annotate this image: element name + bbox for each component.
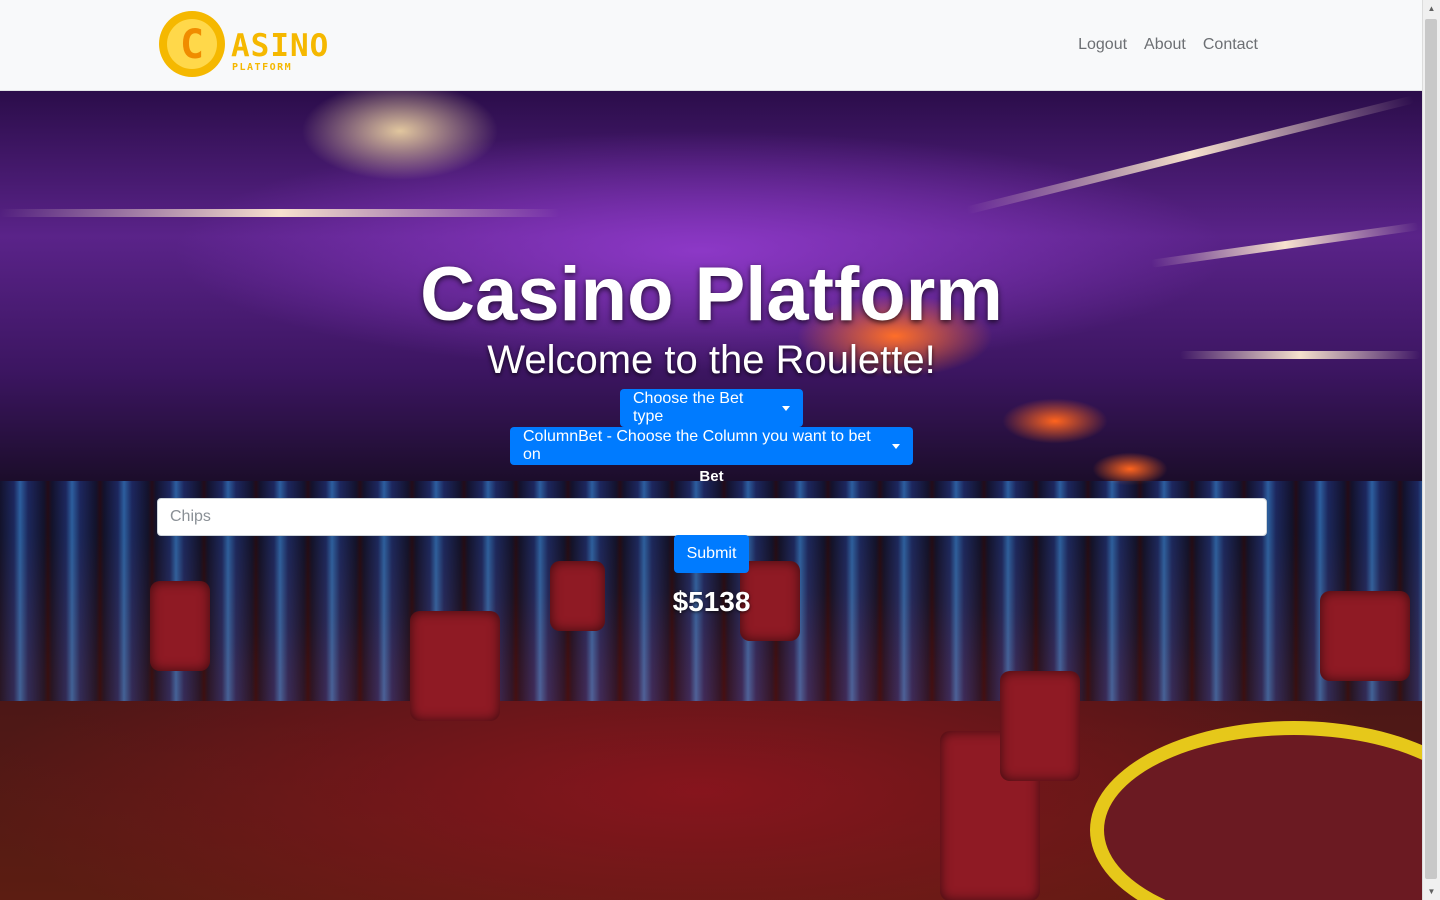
page-title: Casino Platform bbox=[420, 252, 1003, 337]
scroll-up-arrow-icon[interactable]: ▲ bbox=[1423, 0, 1440, 17]
column-bet-dropdown-label: ColumnBet - Choose the Column you want t… bbox=[523, 428, 871, 463]
ceiling-light-strip bbox=[965, 95, 1415, 215]
casino-platform-logo[interactable]: C ASINO PLATFORM bbox=[157, 9, 347, 79]
nav-links: Logout About Contact bbox=[1078, 36, 1258, 54]
bet-type-dropdown[interactable]: Choose the Bet type bbox=[620, 389, 803, 427]
ceiling-light-strip bbox=[0, 209, 560, 217]
nav-link-logout[interactable]: Logout bbox=[1078, 36, 1127, 54]
gaming-table bbox=[1090, 721, 1423, 900]
scroll-down-arrow-icon[interactable]: ▼ bbox=[1423, 883, 1440, 900]
bet-type-dropdown-label: Choose the Bet type bbox=[633, 390, 744, 425]
scrollbar-thumb[interactable] bbox=[1425, 19, 1437, 879]
page-subtitle: Welcome to the Roulette! bbox=[487, 338, 936, 382]
logo-mark-letter: C bbox=[180, 22, 204, 68]
casino-chair bbox=[410, 611, 500, 721]
vertical-scrollbar[interactable]: ▲ ▼ bbox=[1422, 0, 1440, 900]
bet-label: Bet bbox=[699, 468, 724, 485]
top-navbar: C ASINO PLATFORM Logout About Contact bbox=[0, 0, 1423, 91]
logo-graphic: C ASINO PLATFORM bbox=[159, 11, 329, 77]
balance-amount: $5138 bbox=[672, 586, 751, 617]
caret-down-icon bbox=[892, 443, 900, 449]
column-bet-dropdown[interactable]: ColumnBet - Choose the Column you want t… bbox=[510, 427, 913, 465]
nav-link-contact[interactable]: Contact bbox=[1203, 36, 1258, 54]
logo-wordmark: ASINO bbox=[231, 28, 329, 64]
casino-background-image bbox=[0, 91, 1423, 900]
nav-link-about[interactable]: About bbox=[1144, 36, 1186, 54]
chips-input[interactable] bbox=[157, 498, 1267, 536]
logo-tagline: PLATFORM bbox=[232, 62, 292, 73]
casino-chair bbox=[1000, 671, 1080, 781]
submit-button[interactable]: Submit bbox=[674, 535, 749, 573]
caret-down-icon bbox=[782, 405, 790, 411]
